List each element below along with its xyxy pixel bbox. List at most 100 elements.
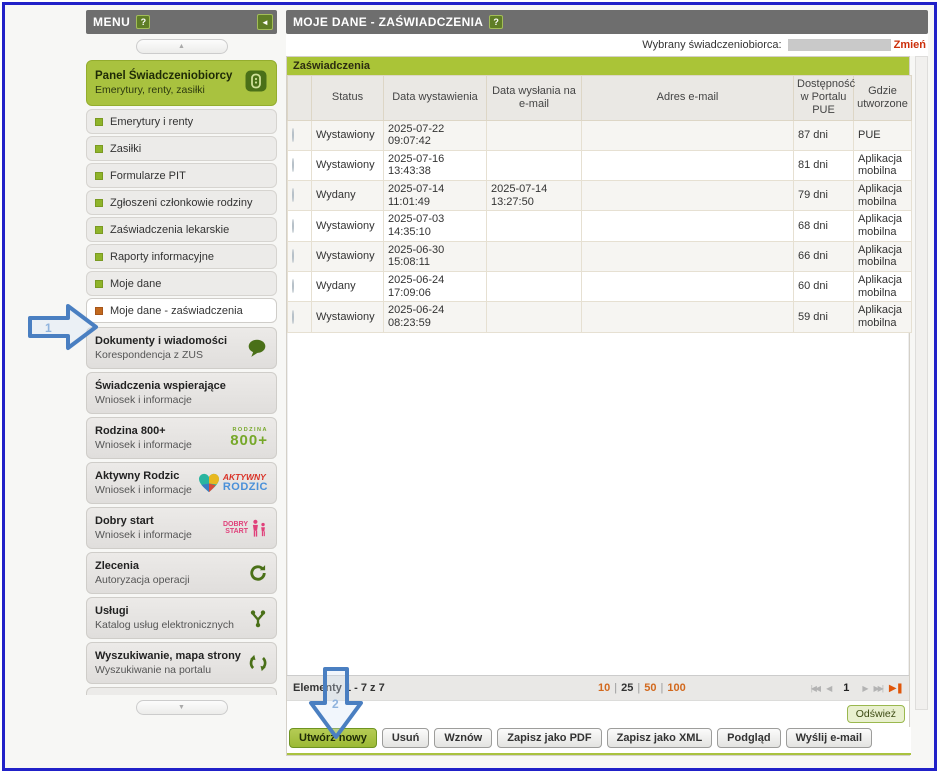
toolbar-button[interactable]: Utwórz nowy [289,728,377,748]
page-size-option[interactable]: 100| [667,682,685,694]
certificates-table: Status Data wystawienia Data wysłania na… [287,75,912,333]
aktywny-rodzic-logo: AKTYWNYRODZIC [223,473,268,493]
cell-status: Wydany [312,181,384,211]
change-beneficiary-link[interactable]: Zmień [894,39,926,51]
section-title: Usługi [95,605,244,617]
sidebar-panel-swiadczeniobiorcy[interactable]: Panel Świadczeniobiorcy Emerytury, renty… [86,60,277,106]
section-icon [248,563,268,583]
sidebar-item[interactable]: Raporty informacyjne [86,244,277,269]
table-empty-area [287,333,909,675]
cell-sent [487,271,582,301]
section-subtitle: Katalog usług elektronicznych [95,619,244,631]
cell-email [582,150,794,180]
sidebar-collapse-icon[interactable]: ◄ [257,14,273,30]
prev-page-icon[interactable]: ◀ [826,684,830,693]
table-title: Zaświadczenia [287,57,909,75]
sidebar-item[interactable]: Formularze PIT [86,163,277,188]
export-page-icon[interactable]: ▶❚ [889,683,903,694]
col-sent[interactable]: Data wysłania na e-mail [487,76,582,121]
sidebar-section[interactable]: Świadczenia wspierające Wniosek i inform… [86,372,277,414]
cell-availability: 60 dni [794,271,854,301]
table-row[interactable]: Wydany 2025-07-14 11:01:49 2025-07-14 13… [288,181,912,211]
sidebar-item-label: Emerytury i renty [110,116,193,128]
row-radio[interactable] [292,158,294,172]
app-frame: MENU ? ◄ ▲ Panel Świadczeniobiorcy Emery… [2,2,937,771]
menu-scroll-up[interactable]: ▲ [136,39,228,54]
section-title: Dokumenty i wiadomości [95,335,242,347]
sidebar-item[interactable]: Emerytury i renty [86,109,277,134]
sidebar-section[interactable]: Dobry start Wniosek i informacje DOBRYST… [86,507,277,549]
rodzina-800-logo: RODZINA800+ [230,428,268,449]
sidebar-item[interactable]: Moje dane - zaświadczenia [86,298,277,323]
col-issued[interactable]: Data wystawienia [384,76,487,121]
first-page-icon[interactable]: |◀◀ [811,684,819,693]
bullet-icon [95,118,103,126]
cell-status: Wystawiony [312,120,384,150]
section-icon [248,608,268,628]
cell-availability: 68 dni [794,211,854,241]
row-radio[interactable] [292,128,294,142]
row-radio[interactable] [292,310,294,324]
last-page-icon[interactable]: ▶▶| [874,684,882,693]
cell-radio [288,181,312,211]
sidebar-section[interactable]: Zlecenia Autoryzacja operacji [86,552,277,594]
cell-radio [288,211,312,241]
toolbar-button[interactable]: Podgląd [717,728,780,748]
table-row[interactable]: Wydany 2025-06-24 17:09:06 60 dni Aplika… [288,271,912,301]
cell-availability: 59 dni [794,302,854,332]
cell-email [582,120,794,150]
sidebar-section[interactable]: Dokumenty i wiadomości Korespondencja z … [86,327,277,369]
cell-email [582,302,794,332]
table-row[interactable]: Wystawiony 2025-06-24 08:23:59 59 dni Ap… [288,302,912,332]
page-size-option[interactable]: 25| [621,682,640,694]
table-row[interactable]: Wystawiony 2025-07-22 09:07:42 87 dni PU… [288,120,912,150]
page-help-icon[interactable]: ? [489,15,503,29]
row-radio[interactable] [292,188,294,202]
col-created[interactable]: Gdzie utworzone [854,76,912,121]
cell-status: Wydany [312,271,384,301]
cell-radio [288,241,312,271]
bullet-icon [95,253,103,261]
sidebar-section[interactable]: Rodzina 800+ Wniosek i informacje RODZIN… [86,417,277,459]
col-availability[interactable]: Dostępność w Portalu PUE [794,76,854,121]
pagination-bar: Elementy 1 - 7 z 7 10|25|50|100| |◀◀ ◀ 1… [287,675,909,701]
row-radio[interactable] [292,249,294,263]
sidebar-item[interactable]: Moje dane [86,271,277,296]
toolbar-button[interactable]: Zapisz jako PDF [497,728,601,748]
row-radio[interactable] [292,219,294,233]
cell-created: Aplikacja mobilna [854,181,912,211]
toolbar-button[interactable]: Wyślij e-mail [786,728,872,748]
page-size-option[interactable]: 50| [644,682,663,694]
cell-issued: 2025-06-24 08:23:59 [384,302,487,332]
cell-status: Wystawiony [312,241,384,271]
cell-created: Aplikacja mobilna [854,211,912,241]
row-radio[interactable] [292,279,294,293]
table-row[interactable]: Wystawiony 2025-06-30 15:08:11 66 dni Ap… [288,241,912,271]
current-page: 1 [843,682,849,694]
sidebar-section[interactable]: Aktywny Rodzic Wniosek i informacje AKTY… [86,462,277,504]
refresh-button[interactable]: Odśwież [847,705,905,723]
table-row[interactable]: Wystawiony 2025-07-16 13:43:38 81 dni Ap… [288,150,912,180]
sidebar-section[interactable]: Wyszukiwanie, mapa strony Wyszukiwanie n… [86,642,277,684]
cell-created: Aplikacja mobilna [854,150,912,180]
menu-help-icon[interactable]: ? [136,15,150,29]
page-size-option[interactable]: 10| [598,682,617,694]
menu-scroll-down[interactable]: ▼ [136,700,228,715]
sidebar-item[interactable]: Zaświadczenia lekarskie [86,217,277,242]
cell-availability: 66 dni [794,241,854,271]
scrollbar-track[interactable] [915,56,928,710]
table-row[interactable]: Wystawiony 2025-07-03 14:35:10 68 dni Ap… [288,211,912,241]
sidebar-item-label: Formularze PIT [110,170,186,182]
sidebar-item[interactable]: Zgłoszeni członkowie rodziny [86,190,277,215]
col-email[interactable]: Adres e-mail [582,76,794,121]
toolbar-button[interactable]: Usuń [382,728,430,748]
sidebar-item[interactable]: Zasiłki [86,136,277,161]
sidebar-item-label: Zasiłki [110,143,141,155]
next-page-icon[interactable]: ▶ [862,684,866,693]
sidebar-section[interactable]: Usługi Katalog usług elektronicznych [86,597,277,639]
toolbar-button[interactable]: Wznów [434,728,492,748]
toolbar-button[interactable]: Zapisz jako XML [607,728,713,748]
col-status[interactable]: Status [312,76,384,121]
bullet-icon [95,307,103,315]
beneficiary-bar: Wybrany świadczeniobiorca: Zmień [286,34,928,56]
